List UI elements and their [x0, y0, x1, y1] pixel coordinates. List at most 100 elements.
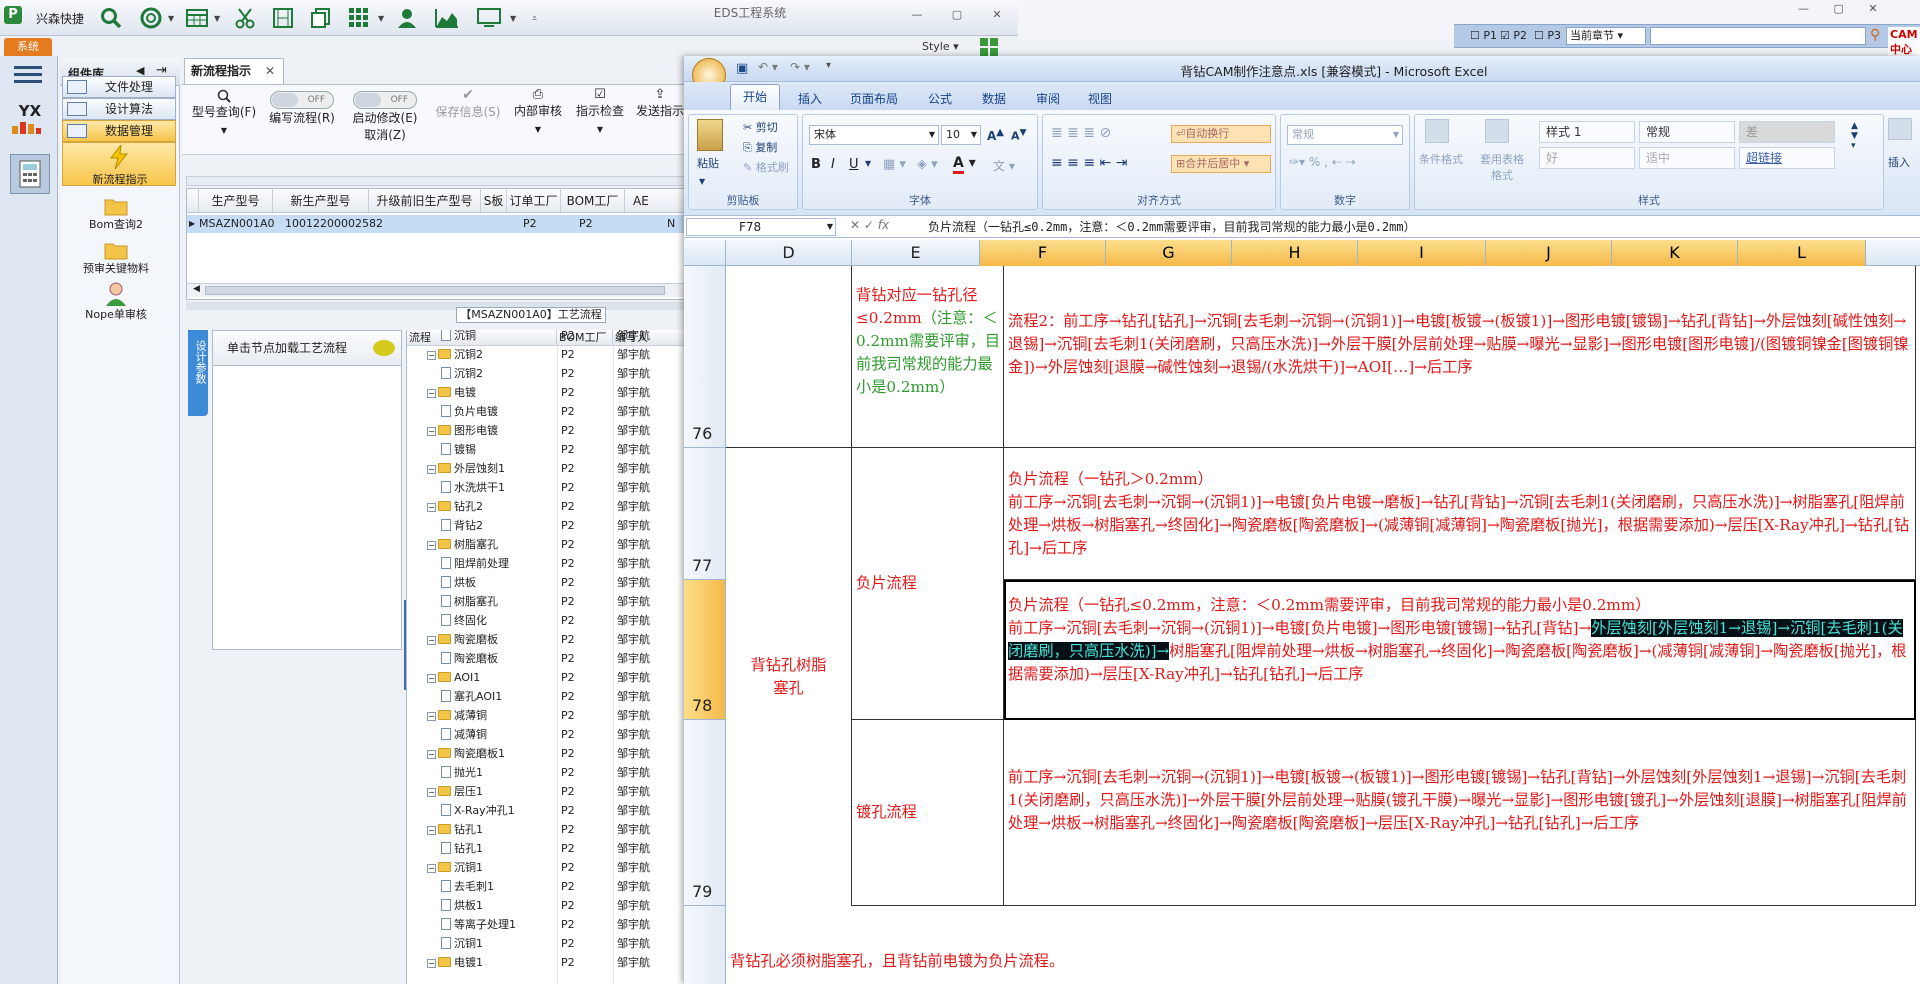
copy-button[interactable]: ⎘ 复制 [743, 139, 777, 155]
tree-row[interactable]: 树脂塞孔 P2 邹宇航 [407, 592, 690, 611]
redo-icon[interactable]: ↷ ▾ [790, 60, 810, 74]
vertical-tab[interactable]: 设计参数 [188, 330, 208, 416]
number-format-icons[interactable]: ✑▾ % , ⇠ ⇢ [1289, 155, 1356, 169]
minimize-icon[interactable]: — [906, 8, 928, 24]
underline-icon[interactable]: U [849, 157, 859, 172]
tree-row[interactable]: 沉铜2 P2 邹宇航 [407, 364, 690, 383]
cell-d77-79[interactable]: 背钻孔树脂塞孔 [726, 448, 852, 906]
style-cell[interactable]: 超链接 [1739, 147, 1835, 169]
tree-row[interactable]: − 层压1 P2 邹宇航 [407, 782, 690, 801]
collapse-icon[interactable]: − [427, 503, 436, 512]
grid-icon[interactable] [346, 4, 372, 32]
scissors-icon[interactable] [232, 4, 258, 32]
tree-row[interactable]: − 陶瓷磨板 P2 邹宇航 [407, 630, 690, 649]
start-modify-button[interactable]: OFF 启动修改(E) 取消(Z) [344, 85, 426, 153]
tree-row[interactable]: 镀锡 P2 邹宇航 [407, 440, 690, 459]
style-menu[interactable]: Style ▾ [922, 40, 959, 53]
write-process-button[interactable]: OFF 编写流程(R) [264, 85, 340, 153]
column-header[interactable]: H [1232, 240, 1358, 266]
chapter-select[interactable]: 当前章节 ▾ [1566, 27, 1646, 45]
collapse-icon[interactable]: − [427, 541, 436, 550]
tab-review[interactable]: 审阅 [1036, 90, 1060, 107]
chevron-down-icon[interactable]: ▼ [865, 159, 871, 168]
cell-d76[interactable] [726, 266, 852, 448]
row-header[interactable] [684, 906, 726, 984]
scroll-thumb[interactable] [205, 286, 665, 295]
collapse-icon[interactable]: − [427, 864, 436, 873]
column-header[interactable]: F [980, 240, 1106, 266]
tree-row[interactable]: − 陶瓷磨板1 P2 邹宇航 [407, 744, 690, 763]
fill-color-icon[interactable]: ◈ ▾ [917, 157, 938, 172]
p3-checkbox[interactable]: ☐ P3 [1534, 29, 1561, 42]
side-item-prereview[interactable]: 预审关键物料 [64, 240, 168, 276]
row-header[interactable]: 77 [684, 448, 726, 580]
model-query-button[interactable]: 型号查询(F) ▼ [188, 85, 260, 153]
write-process-toggle[interactable]: OFF [270, 91, 334, 109]
component-file-processing[interactable]: 文件处理 [62, 76, 176, 98]
chevron-down-icon[interactable]: ▼ [214, 14, 220, 23]
conditional-format-icon[interactable] [1425, 119, 1449, 143]
collapse-icon[interactable]: − [427, 389, 436, 398]
shrink-font-icon[interactable]: A▼ [1011, 127, 1027, 143]
style-cell[interactable]: 好 [1539, 147, 1635, 169]
tree-row[interactable]: − 沉铜1 P2 邹宇航 [407, 858, 690, 877]
wrap-text-button[interactable]: ⏎自动换行 [1171, 125, 1271, 143]
chat-bubble-icon[interactable] [373, 340, 395, 356]
splitter-bar[interactable] [186, 302, 686, 310]
close-icon[interactable]: ✕ [986, 8, 1008, 24]
scroll-up-icon[interactable]: ▲ ▼ ▾ [1851, 121, 1858, 151]
tree-row[interactable]: 抛光1 P2 邹宇航 [407, 763, 690, 782]
close-tab-icon[interactable]: ✕ [265, 59, 275, 83]
paste-button[interactable]: 粘贴 [697, 155, 719, 171]
film-icon[interactable] [270, 4, 296, 32]
p1-checkbox[interactable]: ☐ P1 [1470, 29, 1497, 42]
tree-row[interactable]: 阻焊前处理 P2 邹宇航 [407, 554, 690, 573]
system-tab[interactable]: 系统 [4, 38, 52, 56]
tree-row[interactable]: − 树脂塞孔 P2 邹宇航 [407, 535, 690, 554]
qat-customize-icon[interactable]: ▾ [826, 60, 831, 71]
formula-input[interactable]: 负片流程（一钻孔≤0.2mm，注意：＜0.2mm需要评审，目前我司常规的能力最小… [928, 218, 1918, 236]
tree-row[interactable]: − 电镀 P2 邹宇航 [407, 383, 690, 402]
font-name-select[interactable]: 宋体 ▼ [809, 125, 939, 145]
monitor-icon[interactable] [474, 4, 504, 32]
internal-review-button[interactable]: ⎙ 内部审核 ▼ [510, 85, 566, 153]
menu-icon[interactable] [14, 64, 42, 86]
overflow-icon[interactable]: ⩡ [532, 14, 537, 24]
tree-row[interactable]: 等离子处理1 P2 邹宇航 [407, 915, 690, 934]
phonetic-icon[interactable]: 文 ▾ [993, 157, 1015, 174]
search-input[interactable] [1650, 27, 1866, 45]
cell-e79[interactable]: 镀孔流程 [852, 720, 1004, 906]
tree-row[interactable]: 沉铜1 P2 邹宇航 [407, 934, 690, 953]
yx-logo-icon[interactable]: YX [10, 102, 50, 142]
collapse-icon[interactable]: − [427, 750, 436, 759]
bold-icon[interactable]: B [811, 157, 821, 172]
cell-e77-78[interactable]: 负片流程 [852, 448, 1004, 720]
formula-cancel-icon[interactable]: ✕ ✓ fx [850, 218, 889, 232]
style-cell[interactable]: 样式 1 [1539, 121, 1635, 143]
tree-row[interactable]: X-Ray冲孔1 P2 邹宇航 [407, 801, 690, 820]
grid-header[interactable]: S板 [481, 189, 507, 213]
tab-page-layout[interactable]: 页面布局 [850, 90, 898, 107]
column-header[interactable]: J [1486, 240, 1612, 266]
paste-icon[interactable] [697, 119, 723, 151]
italic-icon[interactable]: I [831, 157, 835, 172]
tree-row[interactable]: − 钻孔2 P2 邹宇航 [407, 497, 690, 516]
tree-row[interactable]: 减薄铜 P2 邹宇航 [407, 725, 690, 744]
cell-f79[interactable]: 前工序→沉铜[去毛刺→沉铜→(沉铜1)]→电镀[板镀→(板镀1)]→图形电镀[镀… [1004, 720, 1916, 906]
insert-cells-button[interactable]: 插入 [1888, 118, 1916, 198]
format-table-icon[interactable] [1485, 119, 1509, 143]
grid-header[interactable]: 订单工厂 [507, 189, 561, 213]
calculator-icon[interactable] [10, 154, 50, 194]
collapse-icon[interactable]: − [427, 465, 436, 474]
tree-row[interactable]: − 沉铜2 P2 邹宇航 [407, 345, 690, 364]
collapse-icon[interactable]: − [427, 712, 436, 721]
tab-data[interactable]: 数据 [982, 90, 1006, 107]
tree-row[interactable]: − 图形电镀 P2 邹宇航 [407, 421, 690, 440]
align-top-icon[interactable]: ≣ ≣ ≣ ⊘ [1051, 125, 1111, 141]
font-color-icon[interactable]: A ▾ [953, 155, 976, 174]
instruction-check-button[interactable]: ☑ 指示检查 ▼ [572, 85, 628, 153]
tree-row[interactable]: 负片电镀 P2 邹宇航 [407, 402, 690, 421]
select-all-corner[interactable] [684, 240, 726, 266]
collapse-icon[interactable]: − [427, 674, 436, 683]
tree-row[interactable]: 沉铜 P2 邹宇航 [407, 330, 690, 345]
